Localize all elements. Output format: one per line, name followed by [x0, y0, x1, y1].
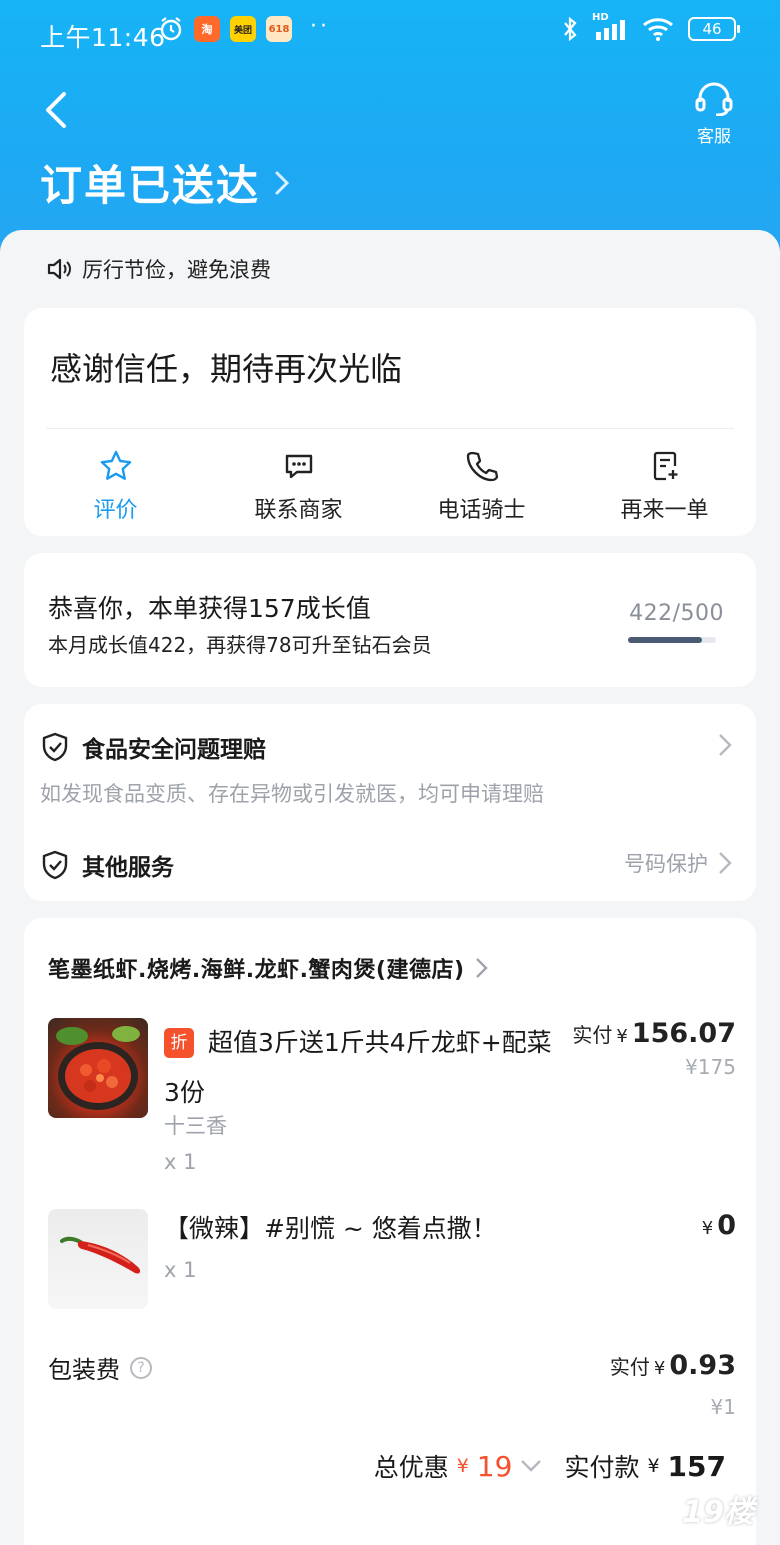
currency-symbol: ¥	[653, 1358, 666, 1379]
chevron-right-icon	[475, 958, 488, 978]
total-discount-amount: 19	[476, 1449, 513, 1483]
total-discount-label: 总优惠	[373, 1453, 449, 1482]
status-time: 上午11:46	[40, 23, 166, 52]
packing-fee-label: 包装费	[48, 1356, 120, 1384]
item-quantity: x 1	[164, 1150, 197, 1174]
headset-icon	[695, 82, 733, 117]
chevron-down-icon[interactable]	[520, 1459, 542, 1473]
growth-progress-bar	[628, 637, 716, 643]
watermark-logo: 19楼	[682, 1495, 754, 1530]
order-card: 笔墨纸虾.烧烤.海鲜.龙虾.蟹肉煲(建德店) 折超值3斤送1斤共4斤龙虾+配菜3…	[24, 918, 756, 1545]
total-paid-label: 实付款	[564, 1453, 640, 1482]
back-button[interactable]	[40, 90, 76, 130]
item-spec: 十三香	[164, 1114, 227, 1138]
item-image-chili[interactable]	[48, 1209, 148, 1309]
thanks-message: 感谢信任，期待再次光临	[50, 350, 403, 388]
page-title: 订单已送达	[40, 161, 261, 210]
item-image-lobster[interactable]	[48, 1018, 148, 1118]
meituan-app-icon: 美团	[230, 16, 256, 42]
chat-icon	[285, 454, 312, 479]
shield-check-icon	[42, 732, 68, 762]
call-rider-label: 电话骑士	[437, 498, 526, 523]
reorder-button[interactable]: 再来一单	[573, 448, 756, 524]
reorder-icon	[653, 451, 677, 481]
customer-service-label: 客服	[697, 127, 731, 147]
call-rider-button[interactable]: 电话骑士	[390, 448, 573, 524]
618-app-icon: 618	[266, 16, 292, 42]
original-price: ¥1	[710, 1395, 736, 1419]
item-price: ¥0	[698, 1210, 736, 1241]
paid-amount: 156.07	[631, 1018, 736, 1049]
signal-icon: HD	[592, 12, 628, 42]
item-quantity: x 1	[164, 1258, 197, 1282]
original-price: ¥175	[685, 1055, 736, 1079]
growth-card[interactable]: 恭喜你，本单获得157成长值 本月成长值422，再获得78可升至钻石会员 422…	[24, 553, 756, 687]
order-status-title-link[interactable]: 订单已送达	[40, 152, 290, 213]
chevron-right-icon	[719, 852, 732, 874]
other-services-title: 其他服务	[82, 855, 174, 881]
content-sheet: 厉行节俭，避免浪费 感谢信任，期待再次光临 评价 联系商家 电话骑士 再来一单	[0, 230, 780, 1545]
shop-link[interactable]: 笔墨纸虾.烧烤.海鲜.龙虾.蟹肉煲(建德店)	[48, 952, 489, 984]
status-app-icons: 淘 美团 618	[158, 16, 292, 42]
chevron-right-icon	[719, 734, 732, 756]
packing-fee-row: 包装费 ?	[48, 1350, 152, 1385]
crayfish-dish-image	[56, 1026, 140, 1110]
discount-currency: ¥	[456, 1455, 469, 1477]
currency-symbol: ¥	[701, 1218, 714, 1239]
chevron-right-icon	[275, 171, 290, 194]
rate-button[interactable]: 评价	[24, 448, 207, 524]
safety-card: 食品安全问题理赔 如发现食品变质、存在异物或引发就医，均可申请理赔 其他服务 号…	[24, 704, 756, 901]
contact-merchant-label: 联系商家	[254, 498, 343, 523]
currency-symbol: ¥	[616, 1026, 628, 1047]
phone-icon	[466, 451, 498, 482]
total-paid-amount: 157	[667, 1449, 726, 1483]
status-bar: 上午11:46 淘 美团 618 ·· HD 46	[0, 0, 780, 64]
paid-amount: 0.93	[669, 1350, 736, 1381]
speaker-icon	[47, 258, 71, 280]
notice-bar: 厉行节俭，避免浪费	[46, 254, 271, 284]
reorder-label: 再来一单	[620, 498, 709, 523]
growth-title: 恭喜你，本单获得157成长值	[48, 594, 371, 623]
star-icon	[100, 450, 131, 480]
number-protection[interactable]: 号码保护	[624, 848, 732, 878]
shield-check-icon	[42, 850, 68, 880]
paid-amount: 0	[717, 1210, 736, 1241]
growth-progress-text: 422/500	[629, 601, 724, 626]
action-row: 评价 联系商家 电话骑士 再来一单	[24, 448, 756, 524]
food-safety-title: 食品安全问题理赔	[82, 737, 266, 763]
contact-merchant-button[interactable]: 联系商家	[207, 448, 390, 524]
chili-pepper-image	[60, 1236, 141, 1274]
discount-badge: 折	[164, 1028, 194, 1058]
help-icon[interactable]: ?	[130, 1356, 152, 1379]
paid-label: 实付	[572, 1023, 613, 1047]
wifi-icon	[643, 18, 673, 41]
item-name-text: 超值3斤送1斤共4斤龙虾+配菜3份	[164, 1028, 552, 1107]
number-protection-label: 号码保护	[624, 852, 708, 876]
bluetooth-icon	[564, 16, 577, 42]
other-services-link[interactable]: 其他服务	[40, 848, 174, 882]
food-safety-claim-link[interactable]: 食品安全问题理赔	[40, 730, 266, 764]
divider	[46, 428, 734, 429]
notice-text: 厉行节俭，避免浪费	[82, 258, 271, 282]
growth-subtitle: 本月成长值422，再获得78可升至钻石会员	[48, 633, 432, 657]
paid-label: 实付	[609, 1355, 650, 1379]
back-arrow-icon	[46, 92, 66, 128]
growth-progress-fill	[628, 637, 703, 643]
battery-icon: 46	[688, 17, 740, 41]
total-currency: ¥	[647, 1455, 660, 1477]
item-price: 实付 ¥156.07 ¥175	[572, 1018, 736, 1079]
packing-fee-price: 实付 ¥0.93 ¥1	[610, 1350, 736, 1419]
thanks-card: 感谢信任，期待再次光临 评价 联系商家 电话骑士 再来一单	[24, 308, 756, 536]
food-safety-description: 如发现食品变质、存在异物或引发就医，均可申请理赔	[40, 782, 544, 806]
shop-name: 笔墨纸虾.烧烤.海鲜.龙虾.蟹肉煲(建德店)	[48, 958, 465, 983]
more-notifications-icon: ··	[310, 14, 330, 39]
status-right-icons: HD 46	[562, 12, 740, 42]
alarm-icon	[160, 17, 182, 41]
item-name[interactable]: 【微辣】#别慌 ~ 悠着点撒！	[164, 1209, 497, 1245]
rate-label: 评价	[93, 498, 138, 523]
item-name[interactable]: 折超值3斤送1斤共4斤龙虾+配菜3份	[164, 1018, 564, 1118]
customer-service-button[interactable]: 客服	[688, 82, 740, 147]
taobao-app-icon: 淘	[194, 16, 220, 42]
order-total-row: 总优惠 ¥ 19 实付款 ¥ 157	[374, 1448, 726, 1484]
